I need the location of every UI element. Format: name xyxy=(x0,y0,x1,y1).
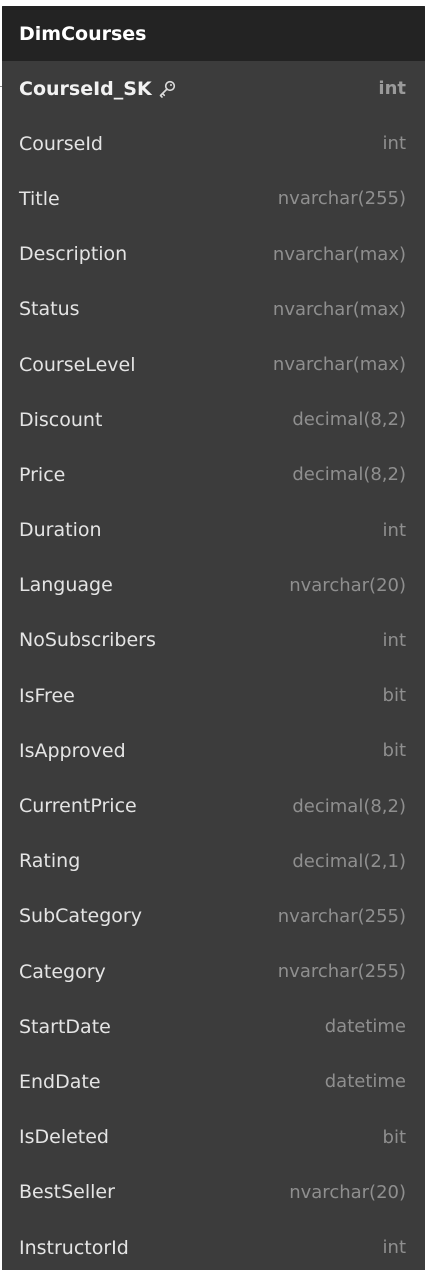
column-name: NoSubscribers xyxy=(19,629,156,652)
column-row-startdate[interactable]: StartDate datetime xyxy=(2,999,425,1054)
column-name-group: Title xyxy=(19,188,60,210)
column-row-nosubscribers[interactable]: NoSubscribers int xyxy=(2,613,425,668)
column-row-description[interactable]: Description nvarchar(max) xyxy=(2,227,425,282)
column-row-language[interactable]: Language nvarchar(20) xyxy=(2,558,425,613)
column-name: Description xyxy=(19,243,128,266)
column-row-status[interactable]: Status nvarchar(max) xyxy=(2,282,425,337)
column-type: nvarchar(max) xyxy=(272,354,406,376)
column-row-enddate[interactable]: EndDate datetime xyxy=(2,1054,425,1109)
column-row-currentprice[interactable]: CurrentPrice decimal(8,2) xyxy=(2,778,425,833)
column-name-group: Status xyxy=(19,298,80,320)
column-type: bit xyxy=(382,685,406,707)
column-name-group: EndDate xyxy=(19,1071,101,1093)
column-name-group: SubCategory xyxy=(19,905,142,927)
column-type: decimal(8,2) xyxy=(292,464,406,486)
column-name: Status xyxy=(19,298,80,321)
dimcourses-table-card[interactable]: DimCourses CourseId_SK int CourseId int Titl… xyxy=(2,6,425,1270)
column-name-group: IsDeleted xyxy=(19,1126,109,1148)
column-row-rating[interactable]: Rating decimal(2,1) xyxy=(2,834,425,889)
column-type: decimal(8,2) xyxy=(292,795,406,817)
column-name-group: IsApproved xyxy=(19,740,126,762)
column-row-isdeleted[interactable]: IsDeleted bit xyxy=(2,1110,425,1165)
column-name-group: CourseLevel xyxy=(19,354,136,376)
column-name-group: Price xyxy=(19,464,65,486)
column-type: bit xyxy=(382,1126,406,1148)
table-header[interactable]: DimCourses xyxy=(2,6,425,61)
column-type: int xyxy=(382,133,406,155)
column-name: EndDate xyxy=(19,1070,101,1093)
column-row-courseid[interactable]: CourseId int xyxy=(2,116,425,171)
column-row-courseid-sk[interactable]: CourseId_SK int xyxy=(2,61,425,116)
column-name: IsDeleted xyxy=(19,1126,109,1149)
column-name-group: CourseId_SK xyxy=(19,78,177,100)
column-type: nvarchar(255) xyxy=(277,188,406,210)
column-name: Title xyxy=(19,187,60,210)
column-row-courselevel[interactable]: CourseLevel nvarchar(max) xyxy=(2,337,425,392)
column-name-group: Description xyxy=(19,243,127,265)
column-name: IsFree xyxy=(19,684,75,707)
column-name-group: Rating xyxy=(19,850,80,872)
column-row-discount[interactable]: Discount decimal(8,2) xyxy=(2,392,425,447)
column-type: int xyxy=(382,519,406,541)
column-type: nvarchar(20) xyxy=(289,574,406,596)
column-type: nvarchar(max) xyxy=(272,243,406,265)
column-name-group: CourseId xyxy=(19,133,103,155)
column-row-duration[interactable]: Duration int xyxy=(2,503,425,558)
column-row-instructorid[interactable]: InstructorId int xyxy=(2,1220,425,1275)
column-name-group: IsFree xyxy=(19,685,75,707)
column-type: decimal(8,2) xyxy=(292,409,406,431)
column-name-group: InstructorId xyxy=(19,1237,129,1259)
column-name: Price xyxy=(19,463,66,486)
column-row-title[interactable]: Title nvarchar(255) xyxy=(2,171,425,226)
table-title: DimCourses xyxy=(19,22,147,45)
column-name: SubCategory xyxy=(19,905,142,928)
column-row-price[interactable]: Price decimal(8,2) xyxy=(2,447,425,502)
column-name: StartDate xyxy=(19,1015,111,1038)
column-row-isfree[interactable]: IsFree bit xyxy=(2,668,425,723)
column-name: InstructorId xyxy=(19,1236,129,1259)
column-name-group: NoSubscribers xyxy=(19,629,156,651)
column-name-group: BestSeller xyxy=(19,1181,115,1203)
column-name-group: CurrentPrice xyxy=(19,795,137,817)
column-name: Rating xyxy=(19,850,81,873)
column-name: Language xyxy=(19,574,113,597)
column-row-category[interactable]: Category nvarchar(255) xyxy=(2,944,425,999)
column-name-group: Language xyxy=(19,574,113,596)
column-name: IsApproved xyxy=(19,739,126,762)
column-name-group: Duration xyxy=(19,519,102,541)
column-type: nvarchar(255) xyxy=(277,905,406,927)
column-name: CourseId_SK xyxy=(19,77,152,100)
column-name: Category xyxy=(19,960,106,983)
column-name: CourseId xyxy=(19,132,103,155)
column-name: CourseLevel xyxy=(19,353,136,376)
column-type: int xyxy=(382,1237,406,1259)
column-type: datetime xyxy=(324,1016,406,1038)
column-name-group: Discount xyxy=(19,409,102,431)
column-row-isapproved[interactable]: IsApproved bit xyxy=(2,723,425,778)
column-list: CourseId_SK int CourseId int Title nvarchar(2… xyxy=(2,61,425,1275)
column-name: Duration xyxy=(19,519,102,542)
column-name-group: StartDate xyxy=(19,1016,111,1038)
column-name: CurrentPrice xyxy=(19,795,137,818)
column-type: int xyxy=(378,78,406,100)
column-type: datetime xyxy=(324,1071,406,1093)
column-row-subcategory[interactable]: SubCategory nvarchar(255) xyxy=(2,889,425,944)
column-type: nvarchar(20) xyxy=(289,1181,406,1203)
column-name: Discount xyxy=(19,408,103,431)
column-type: bit xyxy=(382,740,406,762)
column-name-group: Category xyxy=(19,961,106,983)
column-type: int xyxy=(382,629,406,651)
key-icon xyxy=(157,79,177,99)
column-type: nvarchar(max) xyxy=(272,298,406,320)
column-type: nvarchar(255) xyxy=(277,961,406,983)
column-type: decimal(2,1) xyxy=(292,850,406,872)
column-name: BestSeller xyxy=(19,1181,115,1204)
column-row-bestseller[interactable]: BestSeller nvarchar(20) xyxy=(2,1165,425,1220)
